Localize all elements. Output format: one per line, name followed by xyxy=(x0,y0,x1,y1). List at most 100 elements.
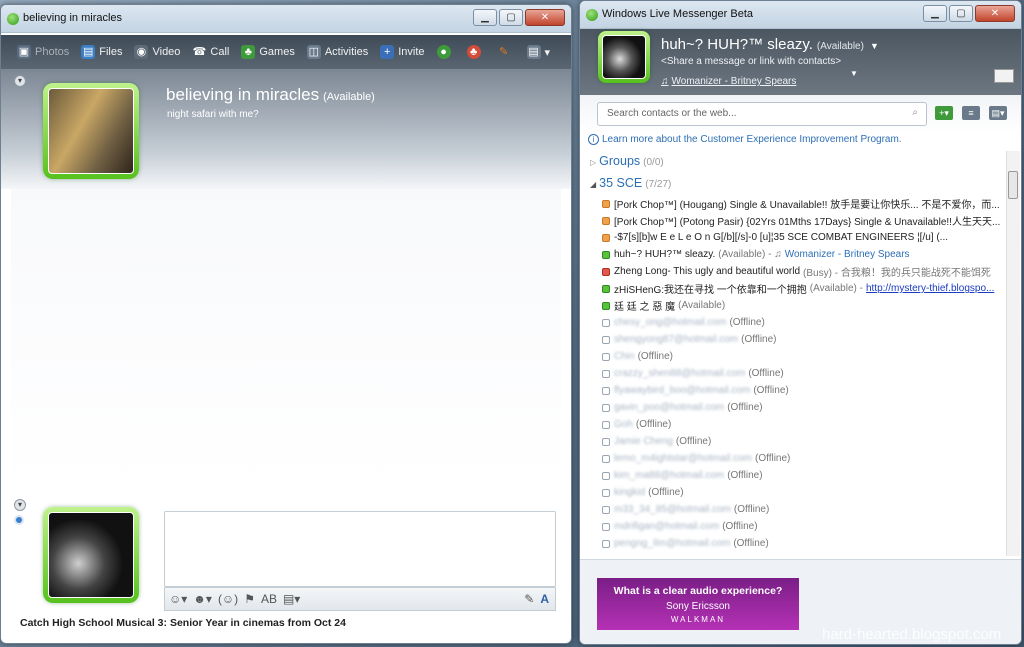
collapse-avatar-chevron-icon[interactable]: ▾ xyxy=(14,499,26,511)
presence-status-icon xyxy=(602,505,610,514)
contact-list-item[interactable]: shengyong87@hotmail.com (Offline) xyxy=(602,331,1002,348)
toolbar-video-button[interactable]: ◉ Video xyxy=(128,40,186,64)
close-button[interactable]: ✕ xyxy=(975,5,1015,22)
search-input[interactable]: Search contacts or the web... ⌕ xyxy=(597,102,927,126)
message-history[interactable] xyxy=(11,189,561,489)
now-playing-link[interactable]: ♫ Womanizer - Britney Spears xyxy=(661,76,796,87)
emoticon-icon[interactable]: ☺▾ xyxy=(169,592,187,606)
maximize-button[interactable]: ▢ xyxy=(499,9,523,26)
contact-list-item[interactable]: huh~? HUH?™ sleazy. (Available) - ♫ Womani… xyxy=(602,246,1002,263)
paintbrush-icon: ✎ xyxy=(498,46,509,58)
toolbar-menu-button[interactable]: ▤ ▾ xyxy=(521,40,557,64)
collapse-header-chevron-icon[interactable]: ▾ xyxy=(14,75,26,87)
messenger-buddy-icon xyxy=(586,9,598,21)
toolbar-call-button[interactable]: ☎ Call xyxy=(186,40,235,64)
contact-list-item[interactable]: 廷 廷 之 惡 魔 (Available) xyxy=(602,297,1002,314)
toolbar-activities-button[interactable]: ◫ Activities xyxy=(301,40,374,64)
contact-list-item[interactable]: zHiSHenG:我还在寻找 一个依靠和一个拥抱 (Available) - htt… xyxy=(602,280,1002,297)
files-icon: ▤ xyxy=(81,45,96,59)
presence-status-icon xyxy=(602,369,610,378)
contact-list-item[interactable]: gavin_poo@hotmail.com (Offline) xyxy=(602,399,1002,416)
background-icon[interactable]: ▤▾ xyxy=(283,592,300,606)
font-icon[interactable]: A xyxy=(540,592,549,606)
advertisement-banner[interactable]: What is a clear audio experience? Sony E… xyxy=(597,578,799,630)
banner-brand: Sony Ericsson xyxy=(666,601,730,612)
contact-name: lemo_m4ightstar@hotmail.com xyxy=(614,453,752,464)
contact-list-item[interactable]: [Pork Chop™] (Hougang) Single & Unavaila… xyxy=(602,195,1002,212)
conversation-window: believing in miracles ▁ ▢ ✕ ▣ Photos ▤ Fil… xyxy=(0,4,572,644)
spellcheck-icon[interactable]: AB xyxy=(261,592,277,606)
contact-list-item[interactable]: Goh (Offline) xyxy=(602,416,1002,433)
conversation-title-bar[interactable]: believing in miracles ▁ ▢ ✕ xyxy=(1,5,571,33)
contact-list-item[interactable]: chesy_ong@hotmail.com (Offline) xyxy=(602,314,1002,331)
contact-list-item[interactable]: crazzy_shen88@hotmail.com (Offline) xyxy=(602,365,1002,382)
add-contact-icon[interactable]: +▾ xyxy=(935,106,953,120)
group-header-35-sce[interactable]: ◢ 35 SCE (7/27) xyxy=(590,176,671,190)
nudge-icon[interactable]: (☺) xyxy=(218,592,238,606)
contact-list-item[interactable]: Jamie Cheng (Offline) xyxy=(602,433,1002,450)
messenger-title-bar[interactable]: Windows Live Messenger Beta ▁ ▢ ✕ xyxy=(580,1,1021,29)
handwriting-icon[interactable]: ✎ xyxy=(524,592,534,606)
contact-list: [Pork Chop™] (Hougang) Single & Unavaila… xyxy=(602,195,1002,552)
minimize-button[interactable]: ▁ xyxy=(473,9,497,26)
group-header-groups[interactable]: ▷ Groups (0/0) xyxy=(590,154,664,168)
contact-list-item[interactable]: Chin (Offline) xyxy=(602,348,1002,365)
mail-icon[interactable] xyxy=(994,69,1014,83)
psm-dropdown-icon[interactable]: ▼ xyxy=(850,69,858,78)
contact-list-item[interactable]: flyawaybird_boo@hotmail.com (Offline) xyxy=(602,382,1002,399)
contact-name: believing in miracles (Available) xyxy=(166,85,375,105)
info-link[interactable]: i Learn more about the Customer Experienc… xyxy=(588,134,902,145)
contact-link[interactable]: Womanizer - Britney Spears xyxy=(785,249,910,260)
toolbar-paint-button[interactable]: ✎ xyxy=(491,40,521,64)
toolbar-photos-button[interactable]: ▣ Photos xyxy=(11,40,75,64)
toolbar-games-button[interactable]: ♣ Games xyxy=(235,40,300,64)
presence-status-icon xyxy=(602,318,610,327)
contact-status-text: (Available) xyxy=(678,300,726,311)
scrollbar-thumb[interactable] xyxy=(1008,171,1018,199)
contact-status-text: (Offline) xyxy=(753,385,789,396)
contact-list-item[interactable]: kingkid (Offline) xyxy=(602,484,1002,501)
maximize-button[interactable]: ▢ xyxy=(949,5,973,22)
contact-list-scrollbar[interactable] xyxy=(1006,151,1020,556)
contact-list-item[interactable]: -$7[s][b]w E e L e O n G[/b][/s]-0 [u]¦3… xyxy=(602,229,1002,246)
contact-list-item[interactable]: mdrifigan@hotmail.com (Offline) xyxy=(602,518,1002,535)
webcam-icon[interactable] xyxy=(14,515,24,525)
wink-icon[interactable]: ☻▾ xyxy=(193,592,212,606)
advertisement-text[interactable]: Catch High School Musical 3: Senior Year… xyxy=(20,617,346,629)
close-button[interactable]: ✕ xyxy=(525,9,565,26)
personal-message-field[interactable]: <Share a message or link with contacts> xyxy=(661,56,841,67)
minimize-button[interactable]: ▁ xyxy=(923,5,947,22)
messenger-buddy-icon xyxy=(7,13,19,25)
toolbar-status-button[interactable]: ♣ xyxy=(461,40,491,64)
contact-status-text: (Offline) xyxy=(727,470,763,481)
contact-status-text: (Busy) - 合我粮！我的兵只能战死不能饵死 xyxy=(803,268,991,279)
contact-name: zHiSHenG:我还在寻找 一个依靠和一个拥抱 xyxy=(614,285,807,296)
show-menu-icon[interactable]: ▤▾ xyxy=(989,106,1007,120)
contact-list-item[interactable]: kim_ma88@hotmail.com (Offline) xyxy=(602,467,1002,484)
voice-clip-icon[interactable]: ⚑ xyxy=(244,592,255,606)
contact-avatar[interactable] xyxy=(43,83,139,179)
toolbar-invite-button[interactable]: + Invite xyxy=(374,40,430,64)
display-name[interactable]: huh~? HUH?™ sleazy. (Available) ▼ xyxy=(661,36,879,53)
toolbar-files-button[interactable]: ▤ Files xyxy=(75,40,128,64)
search-icon[interactable]: ⌕ xyxy=(912,107,918,118)
contact-list-item[interactable]: Zheng Long- This ugly and beautiful worl… xyxy=(602,263,1002,280)
presence-status-icon xyxy=(602,386,610,395)
contact-list-item[interactable]: m33_34_85@hotmail.com (Offline) xyxy=(602,501,1002,518)
games-icon: ♣ xyxy=(241,45,256,59)
phone-icon: ☎ xyxy=(192,46,207,58)
message-input[interactable] xyxy=(164,511,556,587)
block-icon: ● xyxy=(436,45,451,59)
personal-message-text: <Share a message or link with contacts> xyxy=(661,56,842,67)
collapse-arrow-icon: ◢ xyxy=(590,180,597,189)
toolbar-block-button[interactable]: ● xyxy=(431,40,461,64)
change-view-icon[interactable]: ≡ xyxy=(962,106,980,120)
my-display-picture[interactable] xyxy=(598,31,650,83)
contact-list-item[interactable]: [Pork Chop™] (Potong Pasir) {02Yrs 01Mth… xyxy=(602,212,1002,229)
my-avatar[interactable] xyxy=(43,507,139,603)
contact-list-item[interactable]: lemo_m4ightstar@hotmail.com (Offline) xyxy=(602,450,1002,467)
info-icon: i xyxy=(588,134,599,145)
status-dropdown-icon[interactable]: ▼ xyxy=(870,41,879,51)
contact-list-item[interactable]: pengng_Ilm@hotmail.com (Offline) xyxy=(602,535,1002,552)
contact-link[interactable]: http://mystery-thief.blogspo... xyxy=(866,283,994,294)
